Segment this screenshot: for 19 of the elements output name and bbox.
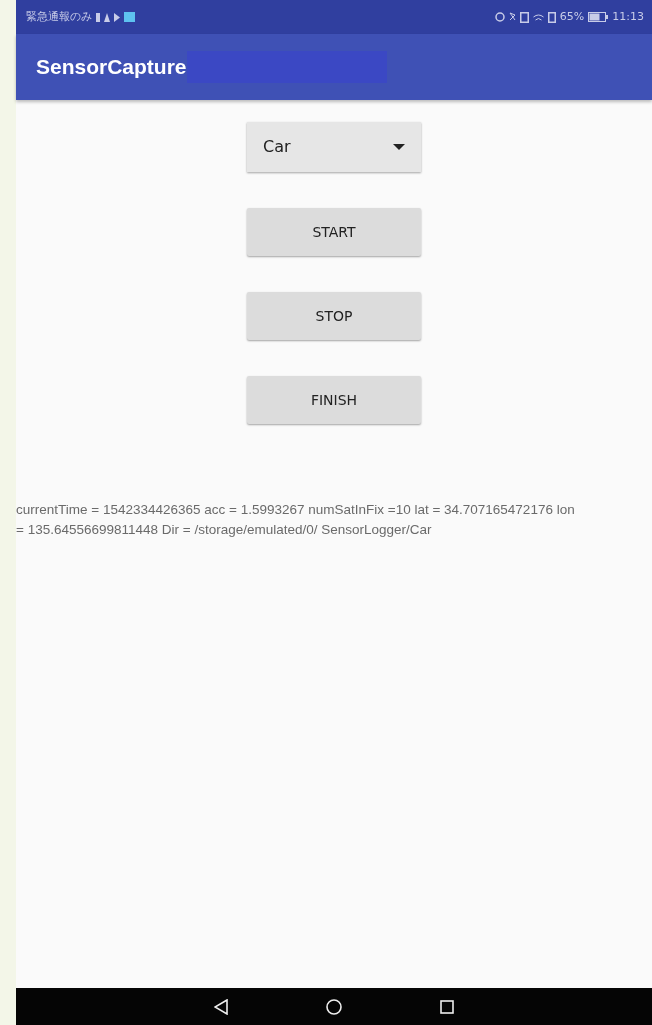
action-button[interactable]: STOP [247,292,421,340]
home-icon[interactable] [326,998,342,1015]
wifi-icon [532,13,544,21]
action-button[interactable]: FINISH [247,376,421,424]
vehicle-dropdown[interactable]: Car [247,122,421,172]
back-icon[interactable] [214,998,228,1015]
battery-icon [588,12,609,22]
battery-percent: 65% [559,8,585,25]
triangle-icon [104,12,110,22]
app-notification-icon [124,12,135,22]
carrier-status: 緊急通報のみ [26,8,92,25]
caret-icon [393,144,405,150]
sim-icon [96,12,100,22]
play-icon [114,12,120,22]
action-button[interactable]: START [247,208,421,256]
clock: 11:13 [612,8,644,25]
app-title: SensorCapture [36,54,187,81]
recents-icon[interactable] [440,999,454,1014]
sensor-log-text: currentTime = 1542334426365 acc = 1.5993267 numSatInFix =10 lat = 34.707165472176 lon = 135.64556699811448 Dir = /storage/emulated/0/ SensorLogger/Car [16,501,576,539]
